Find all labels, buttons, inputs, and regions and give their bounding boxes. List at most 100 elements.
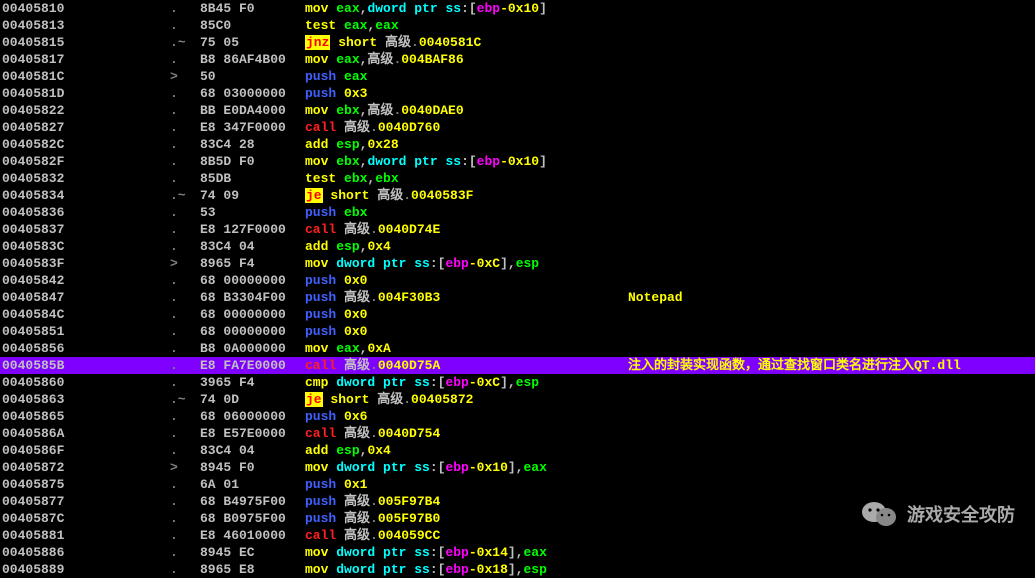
disasm-row[interactable]: 00405875.6A 01push 0x1 xyxy=(0,476,1035,493)
address: 00405886 xyxy=(0,544,170,561)
address: 00405851 xyxy=(0,323,170,340)
bytes: B8 0A000000 xyxy=(200,340,305,357)
disasm-row[interactable]: 0040583C.83C4 04add esp,0x4 xyxy=(0,238,1035,255)
disasm-row[interactable]: 00405834.~74 09je short 高级.0040583F xyxy=(0,187,1035,204)
disasm-row[interactable]: 00405863.~74 0Dje short 高级.00405872 xyxy=(0,391,1035,408)
bytes: E8 127F0000 xyxy=(200,221,305,238)
disassembly: push 高级.004F30B3 xyxy=(305,289,620,306)
marker: . xyxy=(170,136,200,153)
address: 0040586A xyxy=(0,425,170,442)
disassembly: push 0x0 xyxy=(305,306,620,323)
disassembly-listing[interactable]: 00405810.8B45 F0mov eax,dword ptr ss:[eb… xyxy=(0,0,1035,578)
marker: . xyxy=(170,204,200,221)
disasm-row[interactable]: 0040581C>50push eax xyxy=(0,68,1035,85)
bytes: 68 00000000 xyxy=(200,323,305,340)
bytes: 68 03000000 xyxy=(200,85,305,102)
comment xyxy=(620,272,1035,289)
marker: .~ xyxy=(170,391,200,408)
disasm-row[interactable]: 00405847.68 B3304F00push 高级.004F30B3Note… xyxy=(0,289,1035,306)
disasm-row[interactable]: 00405822.BB E0DA4000mov ebx,高级.0040DAE0 xyxy=(0,102,1035,119)
disasm-row[interactable]: 0040583F>8965 F4mov dword ptr ss:[ebp-0x… xyxy=(0,255,1035,272)
bytes: 68 00000000 xyxy=(200,306,305,323)
disasm-row[interactable]: 0040586F.83C4 04add esp,0x4 xyxy=(0,442,1035,459)
marker: . xyxy=(170,408,200,425)
comment xyxy=(620,17,1035,34)
marker: . xyxy=(170,119,200,136)
marker: . xyxy=(170,340,200,357)
marker: . xyxy=(170,272,200,289)
address: 00405822 xyxy=(0,102,170,119)
disasm-row[interactable]: 0040581D.68 03000000push 0x3 xyxy=(0,85,1035,102)
disassembly: mov eax,高级.004BAF86 xyxy=(305,51,620,68)
disasm-row[interactable]: 0040585B.E8 FA7E0000call 高级.0040D75A注入的封… xyxy=(0,357,1035,374)
bytes: 68 B3304F00 xyxy=(200,289,305,306)
marker: . xyxy=(170,170,200,187)
disasm-row[interactable]: 00405851.68 00000000push 0x0 xyxy=(0,323,1035,340)
disassembly: add esp,0x28 xyxy=(305,136,620,153)
watermark: 游戏安全攻防 xyxy=(861,499,1015,529)
comment: 注入的封装实现函数，通过查找窗口类名进行注入QT.dll xyxy=(620,357,1035,374)
disasm-row[interactable]: 00405860.3965 F4cmp dword ptr ss:[ebp-0x… xyxy=(0,374,1035,391)
marker: . xyxy=(170,0,200,17)
disassembly: call 高级.004059CC xyxy=(305,527,620,544)
disasm-row[interactable]: 00405889.8965 E8mov dword ptr ss:[ebp-0x… xyxy=(0,561,1035,578)
bytes: 75 05 xyxy=(200,34,305,51)
bytes: 85C0 xyxy=(200,17,305,34)
address: 00405810 xyxy=(0,0,170,17)
comment xyxy=(620,425,1035,442)
disasm-row[interactable]: 00405856.B8 0A000000mov eax,0xA xyxy=(0,340,1035,357)
marker: . xyxy=(170,221,200,238)
comment xyxy=(620,34,1035,51)
marker: . xyxy=(170,85,200,102)
disasm-row[interactable]: 00405872>8945 F0mov dword ptr ss:[ebp-0x… xyxy=(0,459,1035,476)
disasm-row[interactable]: 00405836.53push ebx xyxy=(0,204,1035,221)
comment xyxy=(620,255,1035,272)
disassembly: push eax xyxy=(305,68,620,85)
disasm-row[interactable]: 00405865.68 06000000push 0x6 xyxy=(0,408,1035,425)
address: 0040581D xyxy=(0,85,170,102)
address: 00405813 xyxy=(0,17,170,34)
comment xyxy=(620,0,1035,17)
bytes: E8 FA7E0000 xyxy=(200,357,305,374)
disassembly: push 0x1 xyxy=(305,476,620,493)
address: 0040583C xyxy=(0,238,170,255)
address: 00405827 xyxy=(0,119,170,136)
address: 00405877 xyxy=(0,493,170,510)
address: 0040586F xyxy=(0,442,170,459)
marker: . xyxy=(170,357,200,374)
disasm-row[interactable]: 00405813.85C0test eax,eax xyxy=(0,17,1035,34)
disasm-row[interactable]: 0040582F.8B5D F0mov ebx,dword ptr ss:[eb… xyxy=(0,153,1035,170)
disasm-row[interactable]: 0040582C.83C4 28add esp,0x28 xyxy=(0,136,1035,153)
disasm-row[interactable]: 00405810.8B45 F0mov eax,dword ptr ss:[eb… xyxy=(0,0,1035,17)
marker: . xyxy=(170,442,200,459)
marker: . xyxy=(170,323,200,340)
disasm-row[interactable]: 00405842.68 00000000push 0x0 xyxy=(0,272,1035,289)
disassembly: mov ebx,dword ptr ss:[ebp-0x10] xyxy=(305,153,620,170)
marker: . xyxy=(170,527,200,544)
disasm-row[interactable]: 00405837.E8 127F0000call 高级.0040D74E xyxy=(0,221,1035,238)
disasm-row[interactable]: 0040586A.E8 E57E0000call 高级.0040D754 xyxy=(0,425,1035,442)
disassembly: mov dword ptr ss:[ebp-0x14],eax xyxy=(305,544,620,561)
disasm-row[interactable]: 00405881.E8 46010000call 高级.004059CC xyxy=(0,527,1035,544)
disassembly: mov dword ptr ss:[ebp-0xC],esp xyxy=(305,255,620,272)
disasm-row[interactable]: 00405886.8945 ECmov dword ptr ss:[ebp-0x… xyxy=(0,544,1035,561)
bytes: 6A 01 xyxy=(200,476,305,493)
disassembly: cmp dword ptr ss:[ebp-0xC],esp xyxy=(305,374,620,391)
bytes: 85DB xyxy=(200,170,305,187)
comment xyxy=(620,238,1035,255)
address: 0040583F xyxy=(0,255,170,272)
disasm-row[interactable]: 0040584C.68 00000000push 0x0 xyxy=(0,306,1035,323)
disassembly: push 0x0 xyxy=(305,272,620,289)
disasm-row[interactable]: 00405815.~75 05jnz short 高级.0040581C xyxy=(0,34,1035,51)
marker: . xyxy=(170,17,200,34)
marker: . xyxy=(170,425,200,442)
address: 00405856 xyxy=(0,340,170,357)
disassembly: call 高级.0040D754 xyxy=(305,425,620,442)
disassembly: je short 高级.0040583F xyxy=(305,187,620,204)
address: 00405834 xyxy=(0,187,170,204)
disassembly: test ebx,ebx xyxy=(305,170,620,187)
disasm-row[interactable]: 00405817.B8 86AF4B00mov eax,高级.004BAF86 xyxy=(0,51,1035,68)
bytes: 8B5D F0 xyxy=(200,153,305,170)
disasm-row[interactable]: 00405832.85DBtest ebx,ebx xyxy=(0,170,1035,187)
disasm-row[interactable]: 00405827.E8 347F0000call 高级.0040D760 xyxy=(0,119,1035,136)
